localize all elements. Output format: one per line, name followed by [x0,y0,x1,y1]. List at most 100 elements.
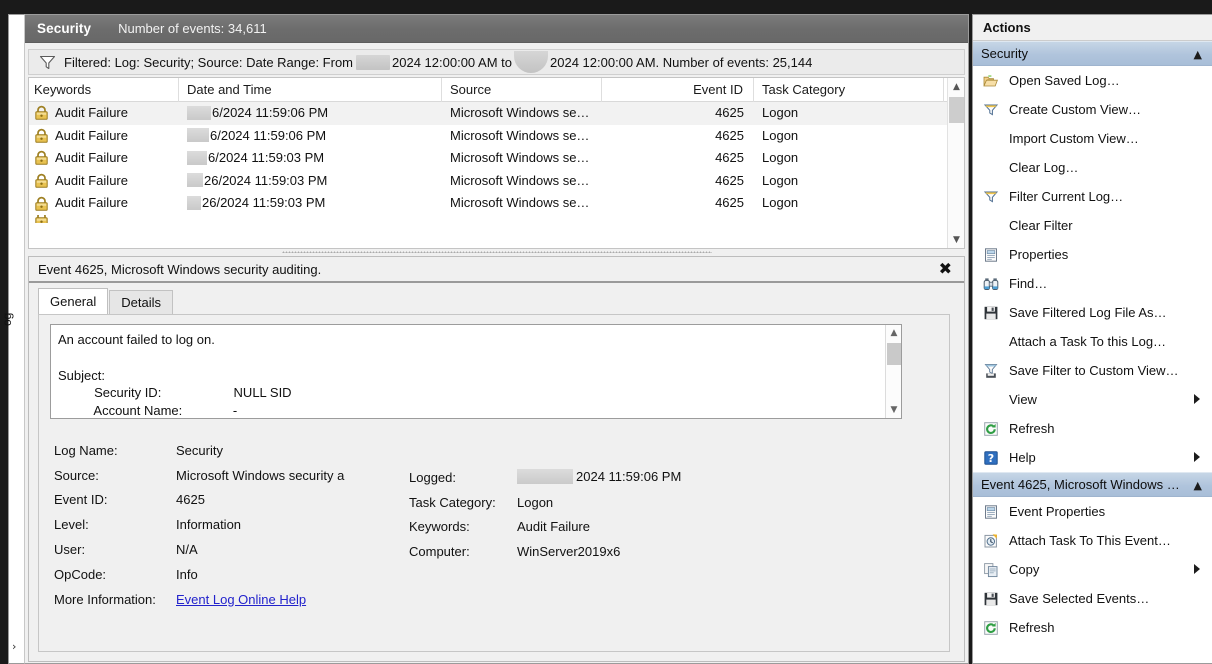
action-item[interactable]: Create Custom View… [973,95,1212,124]
event-log-online-help-link[interactable]: Event Log Online Help [176,592,306,607]
chevron-up-icon[interactable]: ▲ [1194,48,1202,61]
column-header-source[interactable]: Source [442,78,602,102]
metadata-label: Level: [54,517,89,533]
event-description-box[interactable]: An account failed to log on. Subject: Se… [50,324,902,419]
table-row[interactable]: Audit Failure 6/2024 11:59:06 PM Microsoft… [29,102,964,125]
detail-tabs: General Details [38,288,174,314]
attach-task-icon [981,532,1001,550]
redacted-date-prefix [187,128,209,143]
metadata-value: WinServer2019x6 [517,544,620,559]
metadata-value: 2024 11:59:06 PM [517,469,681,485]
action-item-label: Attach a Task To this Log… [1009,334,1167,349]
column-header-event-id[interactable]: Event ID [602,78,754,102]
metadata-label: Log Name: [54,442,118,458]
action-item[interactable]: Clear Filter [973,211,1212,240]
action-item[interactable]: Filter Current Log… [973,182,1212,211]
redacted-date-prefix [187,150,207,165]
scroll-down-icon[interactable]: ▼ [948,231,964,248]
close-icon[interactable]: ✖ [939,260,952,278]
action-item[interactable]: Open Saved Log… [973,66,1212,95]
desc-scroll-up-icon[interactable]: ▲ [886,325,901,341]
tab-general[interactable]: General [38,288,109,314]
table-row[interactable]: Audit Failure 26/2024 11:59:03 PM Microsof… [29,170,964,193]
action-item-label: View [1009,392,1037,407]
cell-source: Microsoft Windows se… [450,195,590,211]
table-row[interactable]: Audit Failure 6/2024 11:59:06 PM Microsoft… [29,125,964,148]
pane-splitter[interactable] [28,249,965,255]
collapsed-tree-pane[interactable]: og › [0,14,25,664]
chevron-up-icon[interactable]: ▲ [1194,479,1202,492]
action-item[interactable]: Copy [973,555,1212,584]
cell-keywords: Audit Failure [29,125,179,148]
action-item[interactable]: Save Filter to Custom View… [973,356,1212,385]
action-item[interactable]: Clear Log… [973,153,1212,182]
tab-details[interactable]: Details [109,290,173,314]
event-description-text: An account failed to log on. Subject: Se… [58,332,292,419]
cell-date-time: 6/2024 11:59:06 PM [179,102,442,125]
actions-section-header[interactable]: Security ▲ [973,41,1212,66]
action-item-label: Save Selected Events… [1009,591,1150,606]
action-item-label: Import Custom View… [1009,131,1139,146]
action-item[interactable]: Find… [973,269,1212,298]
metadata-left-column: Log Name: Security Source: Microsoft Window… [54,438,414,612]
cell-source: Microsoft Windows se… [450,105,590,120]
table-row[interactable] [29,214,964,223]
action-item[interactable]: Refresh [973,613,1212,642]
cell-date-time: 6/2024 11:59:06 PM [179,125,442,148]
filter-icon [981,188,1001,206]
scrollbar-thumb[interactable] [949,97,964,123]
description-scrollbar[interactable]: ▲ ▼ [885,325,901,418]
events-vertical-scrollbar[interactable]: ▲ ▼ [947,78,964,248]
expand-tree-chevron-icon[interactable]: › [12,640,16,653]
metadata-row: Keywords: Audit Failure [409,515,829,540]
actions-section-header[interactable]: Event 4625, Microsoft Windows … ▲ [973,472,1212,497]
column-header-date-time[interactable]: Date and Time [179,78,442,102]
scroll-up-icon[interactable]: ▲ [948,78,964,95]
action-item[interactable]: Attach Task To This Event… [973,526,1212,555]
events-table-header: Keywords Date and Time Source Event ID T… [29,78,964,102]
action-item-label: Event Properties [1009,504,1106,519]
desc-scrollbar-thumb[interactable] [887,343,901,365]
metadata-value-text: WinServer2019x6 [517,544,621,560]
metadata-row: Source: Microsoft Windows security a [54,463,414,488]
detail-tab-panel: An account failed to log on. Subject: Se… [38,314,950,652]
table-row[interactable]: Audit Failure 6/2024 11:59:03 PM Microsoft… [29,147,964,170]
action-item[interactable]: Attach a Task To this Log… [973,327,1212,356]
cell-keywords [29,214,179,223]
cell-event-id: 4625 [715,172,744,188]
action-item[interactable]: Event Properties [973,497,1212,526]
actions-title: Actions [983,20,1031,35]
audit-failure-lock-icon [34,196,55,212]
event-detail-header: Event 4625, Microsoft Windows security a… [29,257,964,283]
action-item[interactable]: Refresh [973,414,1212,443]
events-table[interactable]: Keywords Date and Time Source Event ID T… [28,77,965,249]
desc-scroll-down-icon[interactable]: ▼ [886,402,901,418]
action-item-label: Open Saved Log… [1009,73,1120,88]
event-detail-pane: Event 4625, Microsoft Windows security a… [28,256,965,662]
svg-text:?: ? [988,452,994,465]
column-header-task-category[interactable]: Task Category [754,78,944,102]
action-item[interactable]: View [973,385,1212,414]
action-item-label: Clear Log… [1009,160,1079,175]
more-information-label: More Information: [54,591,156,607]
filter-description: Filtered: Log: Security; Source: Date Ra… [64,51,812,73]
action-item[interactable]: Properties [973,240,1212,269]
action-item[interactable]: Save Selected Events… [973,584,1212,613]
keywords-label: Audit Failure [55,172,128,188]
cell-date-time: 26/2024 11:59:03 PM [179,170,442,193]
keywords-label: Audit Failure [55,150,128,166]
filter-status-bar[interactable]: Filtered: Log: Security; Source: Date Ra… [28,49,965,75]
submenu-arrow-icon [1194,394,1200,404]
metadata-label: Source: [54,467,99,483]
cell-keywords: Audit Failure [29,102,179,125]
column-header-keywords[interactable]: Keywords [29,78,179,102]
none [981,333,1001,351]
log-view-pane: Security Number of events: 34,611 Filter… [24,14,969,664]
action-item[interactable]: ? Help [973,443,1212,472]
date-time-label: 6/2024 11:59:06 PM [212,105,329,120]
table-row[interactable]: Audit Failure 26/2024 11:59:03 PM Microsof… [29,192,964,215]
action-item[interactable]: Save Filtered Log File As… [973,298,1212,327]
event-viewer-window: og › Security Number of events: 34,611 F… [0,0,1212,664]
action-item[interactable]: Import Custom View… [973,124,1212,153]
metadata-row: Event ID: 4625 [54,488,414,513]
